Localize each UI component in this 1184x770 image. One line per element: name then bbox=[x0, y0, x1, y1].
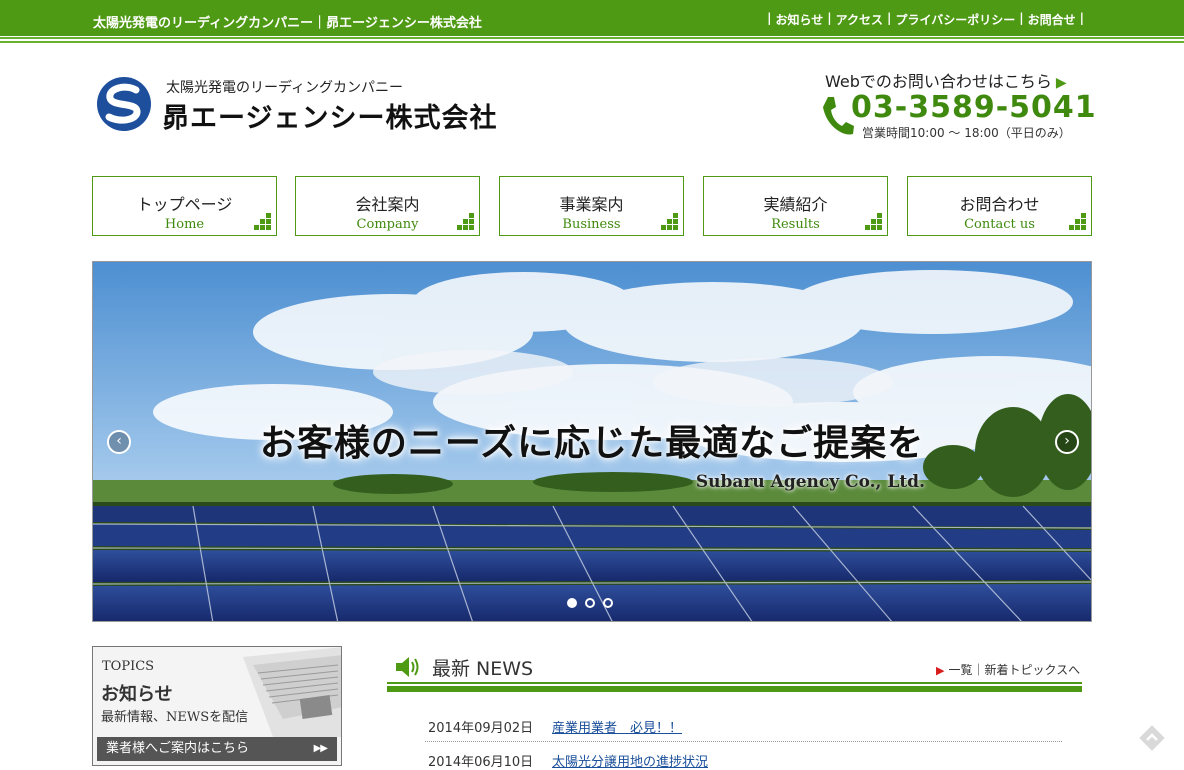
logo-mark-icon[interactable] bbox=[96, 76, 152, 132]
topics-banner[interactable]: TOPICS お知らせ 最新情報、NEWSを配信 業者様へご案内はこちら ▶▶ bbox=[92, 646, 342, 766]
red-arrow-icon: ▶ bbox=[936, 664, 945, 677]
phone-number[interactable]: 03-3589-5041 bbox=[851, 90, 1097, 125]
top-link-access[interactable]: アクセス bbox=[836, 11, 883, 28]
top-link-privacy[interactable]: プライバシーポリシー bbox=[895, 11, 1015, 28]
chevron-left-icon: ‹ bbox=[116, 433, 122, 449]
slider-dot-3[interactable] bbox=[603, 598, 613, 608]
top-link-news[interactable]: お知らせ bbox=[775, 11, 823, 28]
nav-label-en: Business bbox=[562, 217, 621, 232]
green-dots-icon bbox=[1069, 213, 1086, 230]
nav-item-company[interactable]: 会社案内 Company bbox=[295, 176, 480, 236]
nav-label-en: Contact us bbox=[964, 217, 1035, 232]
hero-slider: お客様のニーズに応じた最適なご提案を Subaru Agency Co., Lt… bbox=[92, 261, 1092, 622]
scroll-top-icon[interactable] bbox=[1138, 724, 1166, 752]
slider-next-button[interactable]: › bbox=[1055, 430, 1079, 454]
nav-item-home[interactable]: トップページ Home bbox=[92, 176, 277, 236]
news-row: 2014年06月10日 太陽光分譲用地の進捗状況 bbox=[425, 748, 1062, 770]
top-bar-divider-2 bbox=[0, 41, 1184, 43]
news-row: 2014年09月02日 産業用業者 必見！！ bbox=[425, 714, 1062, 742]
business-hours: 営業時間10:00 ～ 18:00（平日のみ） bbox=[862, 126, 1071, 140]
slider-dot-2[interactable] bbox=[585, 598, 595, 608]
nav-label-ja: 会社案内 bbox=[355, 195, 420, 214]
top-bar-divider bbox=[0, 37, 1184, 39]
web-contact-label: Webでのお問い合わせはこちら bbox=[825, 72, 1052, 91]
nav-label-en: Results bbox=[771, 217, 820, 232]
top-bar-links: | お知らせ | アクセス | プライバシーポリシー | お問合せ | bbox=[767, 11, 1084, 28]
nav-label-en: Home bbox=[164, 217, 205, 232]
slider-pagination bbox=[567, 598, 613, 608]
nav-label-ja: 事業案内 bbox=[559, 195, 624, 214]
news-divider-bar bbox=[387, 686, 1082, 692]
logo-tagline: 太陽光発電のリーディングカンパニー bbox=[166, 80, 404, 96]
news-list-label: 一覧｜新着トピックスへ bbox=[948, 663, 1081, 677]
phone-icon bbox=[823, 97, 854, 135]
hero-company-name: Subaru Agency Co., Ltd. bbox=[695, 472, 925, 492]
top-bar-tagline: 太陽光発電のリーディングカンパニー｜昴エージェンシー株式会社 bbox=[93, 16, 482, 31]
logo-company-name[interactable]: 昴エージェンシー株式会社 bbox=[162, 96, 497, 135]
news-title-link[interactable]: 太陽光分譲用地の進捗状況 bbox=[552, 751, 708, 770]
nav-item-contact[interactable]: お問合わせ Contact us bbox=[907, 176, 1092, 236]
top-link-contact[interactable]: お問合せ bbox=[1028, 11, 1076, 28]
nav-item-results[interactable]: 実績紹介 Results bbox=[703, 176, 888, 236]
dealer-info-link[interactable]: 業者様へご案内はこちら ▶▶ bbox=[97, 737, 337, 761]
slider-dot-1[interactable] bbox=[567, 598, 577, 608]
topics-title: お知らせ bbox=[101, 684, 173, 705]
dealer-info-label: 業者様へご案内はこちら bbox=[106, 741, 250, 756]
news-date: 2014年09月02日 bbox=[428, 721, 534, 736]
green-dots-icon bbox=[661, 213, 678, 230]
green-dots-icon bbox=[865, 213, 882, 230]
slider-prev-button[interactable]: ‹ bbox=[107, 430, 131, 454]
news-divider bbox=[387, 682, 1082, 684]
topics-label-en: TOPICS bbox=[102, 659, 155, 674]
nav-label-ja: 実績紹介 bbox=[763, 195, 828, 214]
nav-label-ja: お問合わせ bbox=[959, 195, 1040, 214]
web-contact-link[interactable]: Webでのお問い合わせはこちら ▶ bbox=[825, 68, 1067, 92]
news-list-link[interactable]: ▶ 一覧｜新着トピックスへ bbox=[936, 661, 1080, 678]
triangle-right-icon: ▶ bbox=[1055, 75, 1067, 91]
green-dots-icon bbox=[254, 213, 271, 230]
double-arrow-icon: ▶▶ bbox=[313, 743, 328, 754]
green-dots-icon bbox=[457, 213, 474, 230]
chevron-right-icon: › bbox=[1064, 433, 1070, 449]
nav-label-ja: トップページ bbox=[136, 195, 233, 214]
news-section-title: 最新 NEWS bbox=[432, 658, 534, 680]
hero-headline: お客様のニーズに応じた最適なご提案を bbox=[259, 422, 925, 464]
news-title-link[interactable]: 産業用業者 必見！！ bbox=[552, 717, 682, 736]
main-nav: トップページ Home 会社案内 Company 事業案内 Business 実… bbox=[92, 176, 1092, 236]
topics-description: 最新情報、NEWSを配信 bbox=[101, 710, 249, 725]
speaker-icon bbox=[396, 657, 419, 677]
news-date: 2014年06月10日 bbox=[428, 755, 534, 770]
nav-label-en: Company bbox=[356, 217, 419, 232]
top-bar: 太陽光発電のリーディングカンパニー｜昴エージェンシー株式会社 | お知らせ | … bbox=[0, 0, 1184, 36]
nav-item-business[interactable]: 事業案内 Business bbox=[499, 176, 684, 236]
